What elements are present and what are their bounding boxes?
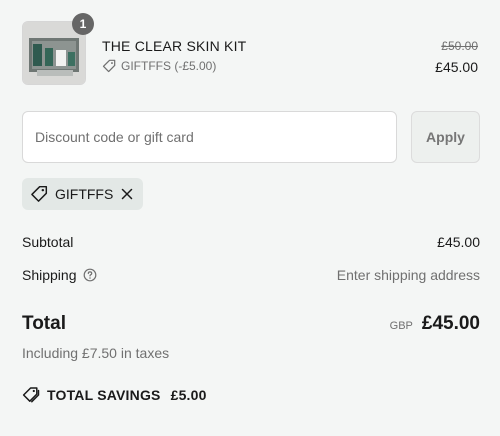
subtotal-row: Subtotal £45.00 bbox=[22, 234, 480, 250]
quantity-badge: 1 bbox=[72, 13, 94, 35]
tag-icon bbox=[31, 185, 48, 202]
savings-label: TOTAL SAVINGS bbox=[47, 387, 161, 403]
discount-code-input[interactable] bbox=[22, 111, 397, 163]
applied-discount-tag: GIFTFFS bbox=[22, 178, 144, 210]
close-icon bbox=[122, 188, 133, 200]
savings-amount: £5.00 bbox=[170, 387, 207, 403]
original-price: £50.00 bbox=[441, 39, 478, 53]
tags-icon bbox=[22, 387, 40, 403]
product-discount: GIFTFFS (-£5.00) bbox=[102, 59, 216, 73]
subtotal-value: £45.00 bbox=[437, 234, 480, 250]
subtotal-label: Subtotal bbox=[22, 234, 74, 250]
total-savings: TOTAL SAVINGS £5.00 bbox=[22, 386, 207, 404]
apply-discount-button[interactable]: Apply bbox=[411, 111, 480, 163]
product-name: THE CLEAR SKIN KIT bbox=[102, 38, 247, 54]
applied-code-label: GIFTFFS bbox=[55, 186, 114, 202]
product-discount-label: GIFTFFS (-£5.00) bbox=[121, 59, 217, 73]
total-label: Total bbox=[22, 313, 66, 334]
shipping-value: Enter shipping address bbox=[336, 267, 480, 283]
total-amount: £45.00 bbox=[421, 313, 480, 334]
tag-icon bbox=[102, 59, 116, 73]
shipping-row: Shipping Enter shipping address bbox=[22, 267, 480, 283]
currency-code: GBP bbox=[389, 320, 413, 332]
total-row: Total GBP £45.00 bbox=[22, 313, 480, 335]
shipping-label-group: Shipping bbox=[22, 267, 97, 283]
order-item-row: 1 THE CLEAR SKIN KIT GIFTFFS (-£5.00) £5… bbox=[22, 13, 480, 87]
remove-discount-button[interactable] bbox=[120, 187, 134, 201]
total-amount-group: GBP £45.00 bbox=[390, 313, 480, 335]
help-circle-icon[interactable] bbox=[83, 268, 97, 282]
taxes-note: Including £7.50 in taxes bbox=[22, 345, 170, 361]
shipping-label: Shipping bbox=[22, 267, 77, 283]
discounted-price: £45.00 bbox=[435, 59, 478, 75]
